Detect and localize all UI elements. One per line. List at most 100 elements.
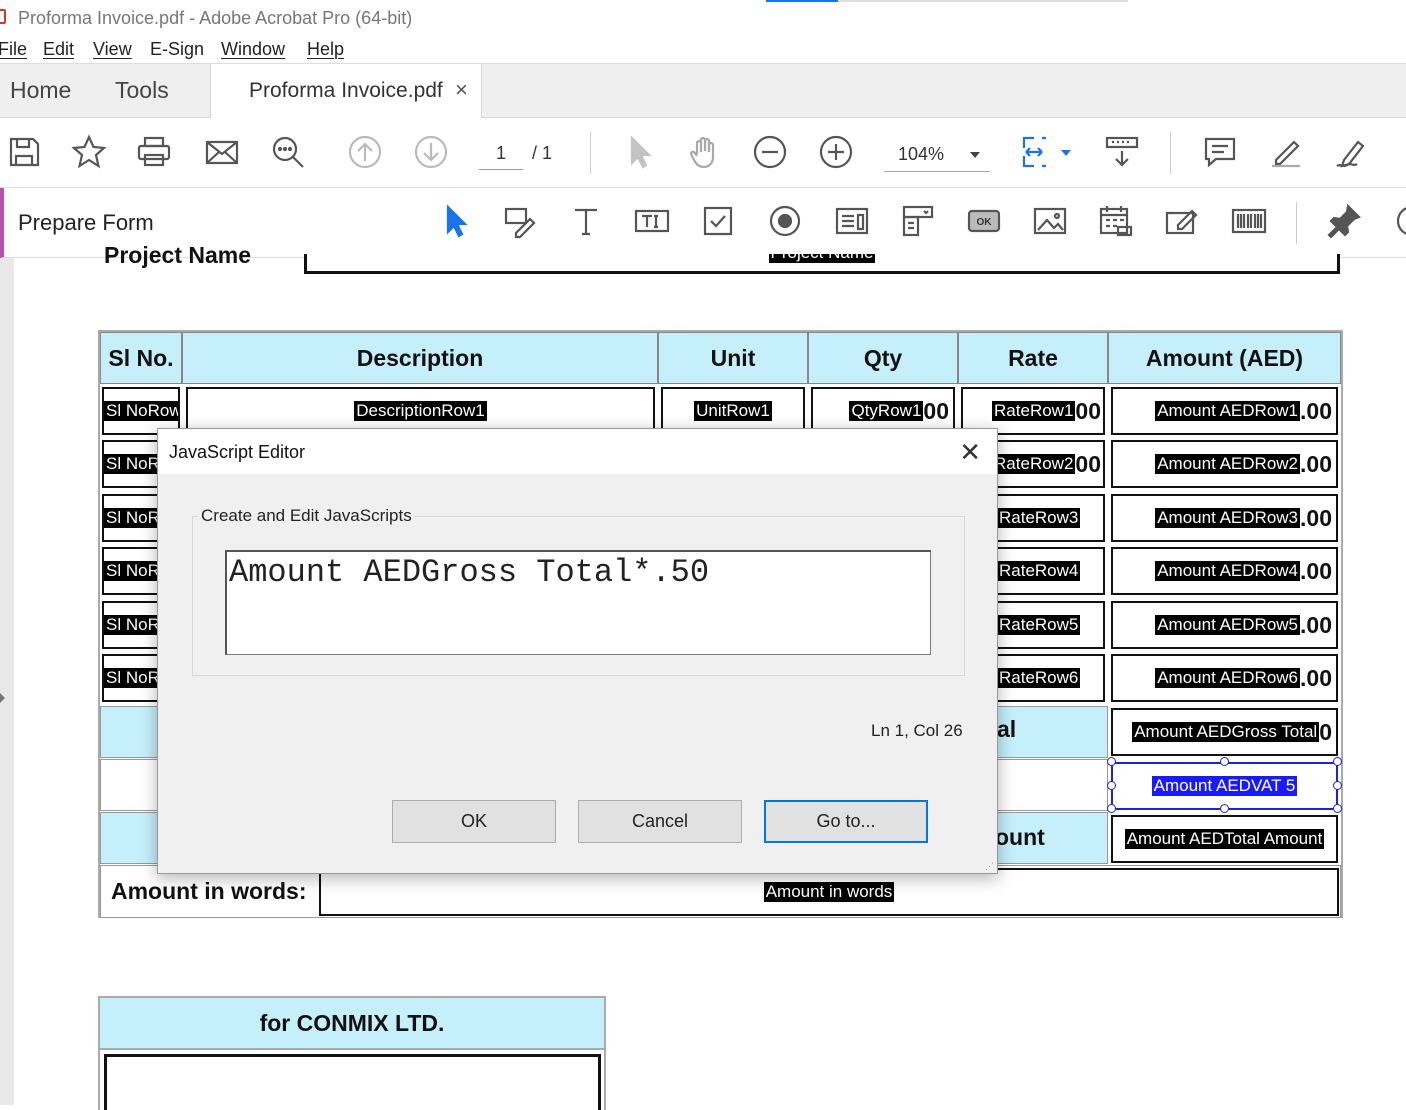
zoom-out-icon[interactable]	[752, 134, 788, 170]
next-page-icon[interactable]	[413, 134, 449, 170]
amount-field-row2-label: Amount AEDRow2	[1155, 454, 1301, 474]
resize-handle[interactable]	[1107, 757, 1116, 766]
rate-field-row4-label: RateRow4	[997, 561, 1081, 581]
button-field-icon[interactable]: OK	[966, 203, 1002, 239]
more-tools-icon[interactable]	[1394, 203, 1406, 239]
resize-handle[interactable]	[1220, 757, 1229, 766]
amount-field-row4[interactable]: Amount AEDRow4.00	[1111, 547, 1338, 595]
total-amount-field-label: Amount AEDTotal Amount	[1124, 829, 1325, 849]
text-icon[interactable]	[568, 203, 604, 239]
amount-in-words-field[interactable]: Amount in words	[319, 868, 1339, 916]
project-name-field-label: Project Name	[768, 254, 876, 263]
barcode-icon[interactable]	[1231, 203, 1267, 239]
menu-edit[interactable]: Edit	[43, 39, 74, 60]
signature-header: for CONMIX LTD.	[98, 996, 606, 1050]
print-icon[interactable]	[136, 134, 172, 170]
tab-document-label: Proforma Invoice.pdf	[249, 79, 443, 102]
zoom-in-icon[interactable]	[818, 134, 854, 170]
search-icon[interactable]	[270, 134, 306, 170]
tab-tools[interactable]: Tools	[115, 77, 169, 104]
menu-esign[interactable]: E-Sign	[150, 39, 204, 60]
fit-page-chevron-icon[interactable]	[1061, 150, 1071, 156]
select-object-icon[interactable]	[438, 203, 474, 239]
checkbox-icon[interactable]	[700, 203, 736, 239]
sl-field-row4-label: Sl NoR	[104, 561, 162, 581]
zoom-value: 104%	[898, 144, 945, 164]
dropdown-field-icon[interactable]	[900, 203, 936, 239]
amount-field-row3-value: .00	[1300, 504, 1332, 531]
radio-button-icon[interactable]	[767, 203, 803, 239]
toolbar-divider	[1170, 132, 1171, 174]
resize-handle[interactable]	[1107, 781, 1116, 790]
column-header-description: Description	[182, 332, 658, 384]
project-name-label: Project Name	[104, 242, 252, 268]
select-cursor-icon[interactable]	[622, 134, 658, 170]
menu-window[interactable]: Window	[221, 39, 285, 60]
edit-field-icon[interactable]	[502, 203, 538, 239]
rate-field-row2-label: RateRow2	[992, 454, 1076, 474]
resize-handle[interactable]	[1333, 804, 1342, 813]
comment-icon[interactable]	[1202, 134, 1238, 170]
cancel-button[interactable]: Cancel	[578, 800, 742, 843]
ok-button[interactable]: OK	[392, 800, 556, 843]
amount-field-row6-value: .00	[1300, 664, 1332, 691]
signature-field-icon[interactable]	[1164, 203, 1200, 239]
star-icon[interactable]	[71, 134, 107, 170]
resize-handle[interactable]	[1333, 757, 1342, 766]
page-number-input[interactable]: 1	[479, 138, 523, 170]
amount-field-row5[interactable]: Amount AEDRow5.00	[1111, 601, 1338, 649]
gross-total-field[interactable]: Amount AEDGross Total 0	[1111, 708, 1338, 756]
amount-field-row1[interactable]: Amount AEDRow1.00	[1111, 387, 1338, 435]
gross-total-field-value: 0	[1319, 718, 1332, 745]
close-icon[interactable]: ✕	[959, 437, 981, 468]
chevron-down-icon	[970, 152, 980, 158]
menu-help[interactable]: Help	[307, 39, 344, 60]
previous-page-icon[interactable]	[347, 134, 383, 170]
resize-handle[interactable]	[1333, 781, 1342, 790]
fit-page-icon[interactable]	[1020, 134, 1056, 170]
scroll-mode-icon[interactable]	[1104, 134, 1140, 170]
sl-field-row3-label: Sl NoR	[104, 508, 162, 528]
resize-handle[interactable]	[1220, 804, 1229, 813]
sign-icon[interactable]	[1334, 134, 1370, 170]
amount-field-row3[interactable]: Amount AEDRow3.00	[1111, 494, 1338, 542]
amount-field-row3-label: Amount AEDRow3	[1155, 508, 1301, 528]
amount-field-row4-label: Amount AEDRow4	[1155, 561, 1301, 581]
zoom-dropdown[interactable]: 104%	[884, 138, 990, 172]
text-field-icon[interactable]	[634, 203, 670, 239]
image-field-icon[interactable]	[1032, 203, 1068, 239]
vat-field[interactable]: Amount AEDVAT 5	[1111, 762, 1338, 810]
project-name-field[interactable]: Project Name	[304, 254, 1340, 274]
email-icon[interactable]	[204, 134, 240, 170]
signature-field[interactable]	[104, 1054, 601, 1110]
resize-handle[interactable]	[1107, 804, 1116, 813]
hand-tool-icon[interactable]	[687, 134, 723, 170]
amount-field-row1-label: Amount AEDRow1	[1155, 401, 1301, 421]
script-group-label: Create and Edit JavaScripts	[198, 506, 415, 526]
amount-field-row2-value: .00	[1300, 450, 1332, 477]
pin-icon[interactable]	[1326, 203, 1362, 239]
column-header-sl: Sl No.	[100, 332, 182, 384]
rate-field-row5-label: RateRow5	[997, 615, 1081, 635]
expand-panel-icon[interactable]	[0, 693, 5, 703]
list-box-icon[interactable]	[834, 203, 870, 239]
tab-home[interactable]: Home	[10, 77, 71, 104]
total-amount-field[interactable]: Amount AEDTotal Amount	[1111, 815, 1338, 863]
date-field-icon[interactable]	[1098, 203, 1134, 239]
prepare-form-title: Prepare Form	[18, 210, 154, 235]
amount-field-row2[interactable]: Amount AEDRow2.00	[1111, 440, 1338, 488]
go-to-button[interactable]: Go to...	[764, 800, 928, 843]
menu-view[interactable]: View	[93, 39, 132, 60]
resize-grip-icon[interactable]: ⋰	[985, 861, 995, 871]
script-editor[interactable]: Amount AEDGross Total*.50	[225, 550, 931, 655]
amount-field-row6-label: Amount AEDRow6	[1155, 668, 1301, 688]
svg-text:OK: OK	[977, 217, 993, 228]
total-amount-label: ount	[995, 824, 1045, 850]
save-icon[interactable]	[6, 134, 42, 170]
tab-document[interactable]: Proforma Invoice.pdf ×	[210, 64, 482, 118]
close-tab-icon[interactable]: ×	[455, 77, 468, 103]
menu-file[interactable]: File	[0, 39, 27, 60]
highlight-pen-icon[interactable]	[1268, 134, 1304, 170]
amount-field-row4-value: .00	[1300, 557, 1332, 584]
amount-field-row6[interactable]: Amount AEDRow6.00	[1111, 654, 1338, 702]
